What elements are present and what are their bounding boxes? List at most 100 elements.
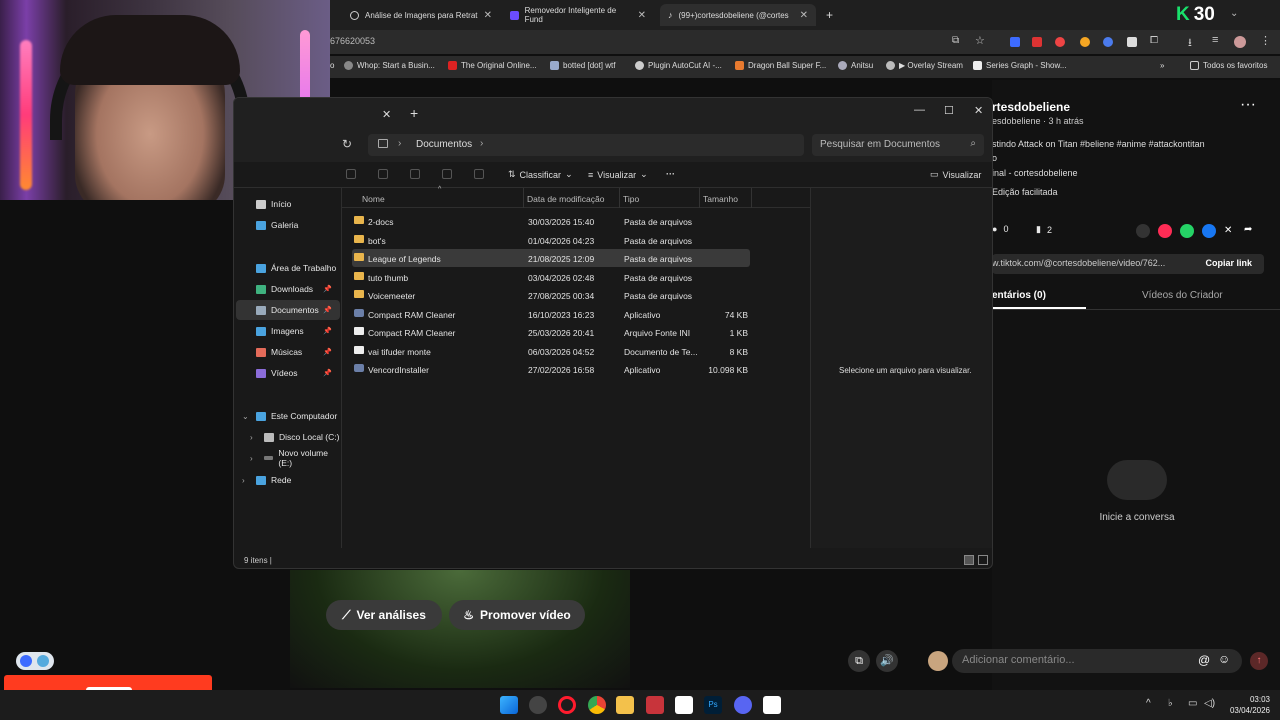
pin-icon[interactable]: 📌 (323, 306, 332, 314)
chevron-right-icon[interactable]: › (250, 454, 253, 463)
pin-icon[interactable]: 📌 (323, 348, 332, 356)
extension-icon[interactable] (1080, 37, 1090, 47)
x-icon[interactable]: ✕ (1224, 225, 1238, 239)
avatar[interactable] (1234, 36, 1246, 48)
music-label[interactable]: inal - cortesdobeliene (992, 168, 1078, 178)
chevron-right-icon[interactable]: › (480, 138, 483, 149)
extension-icon[interactable] (1103, 37, 1113, 47)
sidebar-item-downloads[interactable]: Downloads 📌 (236, 279, 340, 299)
system-clock[interactable]: 03:03 03/04/2026 (1230, 694, 1270, 716)
breadcrumb[interactable]: › Documentos › (368, 134, 804, 156)
sidebar-item-network[interactable]: › Rede (236, 470, 340, 490)
chevron-right-icon[interactable]: › (250, 433, 253, 442)
sidebar-item-home[interactable]: Início (236, 194, 340, 214)
bookmark-item[interactable]: Todos os favoritos (1190, 61, 1267, 70)
copy-icon[interactable] (378, 169, 388, 179)
column-header-type[interactable]: Tipo (623, 194, 639, 204)
table-row[interactable]: Compact RAM Cleaner 16/10/2023 16:23 Aplic… (352, 305, 750, 323)
download-icon[interactable]: ⭳ (1188, 34, 1192, 53)
sidebar-item-videos[interactable]: Vídeos 📌 (236, 363, 340, 383)
paste-icon[interactable] (410, 169, 420, 179)
sidebar-item-desktop[interactable]: Área de Trabalho (236, 258, 340, 278)
details-view-icon[interactable] (964, 555, 974, 565)
share-icon[interactable]: ➦ (1244, 224, 1258, 238)
sort-button[interactable]: ⇅ Classificar ⌄ (508, 169, 573, 180)
comment-count[interactable]: ● 0 (992, 224, 1008, 234)
more-options-button[interactable]: ··· (666, 169, 675, 179)
close-icon[interactable]: ✕ (638, 10, 646, 21)
bookmark-item[interactable]: Anitsu (838, 61, 873, 70)
copy-link-button[interactable]: Copiar link (1205, 258, 1252, 268)
save-count[interactable]: ▮ 2 (1036, 224, 1052, 235)
network-icon[interactable]: ▭ (1188, 698, 1197, 709)
tab-comments[interactable]: entários (0) (988, 290, 1086, 309)
folder-icon[interactable] (616, 696, 634, 714)
extension-icon[interactable] (1055, 37, 1065, 47)
send-comment-button[interactable]: ↑ (1250, 652, 1268, 670)
new-tab-button[interactable]: + (818, 4, 841, 26)
bookmark-item[interactable]: ▶ Overlay Stream (886, 61, 963, 70)
app-icon[interactable] (529, 696, 547, 714)
embed-icon[interactable] (1136, 224, 1150, 238)
table-row[interactable]: vai tifuder monte 06/03/2026 04:52 Documen… (352, 342, 750, 360)
notepad-icon[interactable] (675, 696, 693, 714)
table-row[interactable]: 2-docs 30/03/2026 15:40 Pasta de arquivos (352, 212, 750, 230)
sidebar-item-gallery[interactable]: Galeria (236, 215, 340, 235)
window-controls[interactable]: ⌄ (1230, 8, 1263, 19)
table-row[interactable]: bot's 01/04/2026 04:23 Pasta de arquivos (352, 231, 750, 249)
pip-icon[interactable]: ⧉ (848, 650, 870, 672)
column-divider[interactable] (699, 188, 700, 208)
column-header-name[interactable]: Nome (362, 194, 385, 204)
breadcrumb-item[interactable]: Documentos (416, 139, 472, 150)
close-icon[interactable]: ✕ (484, 10, 492, 21)
chevron-down-icon[interactable]: ⌄ (242, 412, 249, 421)
edit-label[interactable]: Edição facilitada (992, 187, 1058, 197)
column-divider[interactable] (619, 188, 620, 208)
app-icon[interactable] (646, 696, 664, 714)
photoshop-icon[interactable]: Ps (704, 696, 722, 714)
chevron-right-icon[interactable]: » (1160, 61, 1164, 70)
close-icon[interactable]: ✕ (800, 10, 808, 21)
chevron-right-icon[interactable]: › (242, 476, 245, 485)
browser-tab[interactable]: Análise de Imagens para Retrat ✕ (342, 4, 500, 26)
table-row[interactable]: Voicemeeter 27/08/2025 00:34 Pasta de arqu… (352, 286, 750, 304)
discord-icon[interactable] (734, 696, 752, 714)
table-row[interactable]: tuto thumb 03/04/2026 02:48 Pasta de arqui… (352, 268, 750, 286)
star-icon[interactable]: ☆ (975, 34, 985, 47)
whatsapp-icon[interactable] (1180, 224, 1194, 238)
chrome-icon[interactable] (588, 696, 606, 714)
tab-creator-videos[interactable]: Vídeos do Criador (1142, 290, 1223, 301)
refresh-icon[interactable]: ↻ (342, 137, 352, 151)
delete-icon[interactable] (474, 169, 484, 179)
menu-icon[interactable]: ≡ (1212, 34, 1218, 46)
bookmark-item[interactable]: Dragon Ball Super F... (735, 61, 826, 70)
install-icon[interactable]: ⧉ (952, 35, 959, 46)
pin-icon[interactable]: 📌 (323, 285, 332, 293)
bookmark-item[interactable]: Plugin AutoCut AI -... (635, 61, 722, 70)
plus-icon[interactable]: + (410, 105, 418, 121)
volume-icon[interactable]: ◁) (1204, 698, 1215, 709)
more-icon[interactable]: ⋮ (1260, 34, 1271, 47)
details-pane-button[interactable]: ▭ Visualizar (930, 169, 981, 180)
browser-tab-active[interactable]: ♪ (99+)cortesdobeliene (@cortes ✕ (660, 4, 816, 26)
start-icon[interactable] (500, 696, 518, 714)
facebook-icon[interactable] (1202, 224, 1216, 238)
tiles-view-icon[interactable] (978, 555, 988, 565)
extension-icon[interactable] (1127, 37, 1137, 47)
column-divider[interactable] (751, 188, 752, 208)
column-divider[interactable] (523, 188, 524, 208)
send-icon[interactable] (1158, 224, 1172, 238)
view-analyses-button[interactable]: ⟋ Ver análises (326, 600, 442, 630)
table-row[interactable]: VencordInstaller 27/02/2026 16:58 Aplicati… (352, 360, 750, 378)
chevron-up-icon[interactable]: ^ (1146, 698, 1151, 709)
address-bar[interactable]: 676620053 ⧉ ☆ ⧠ ⭳ ≡ ⋮ (330, 30, 1280, 54)
extension-pill[interactable] (16, 652, 54, 670)
capcut-icon[interactable] (763, 696, 781, 714)
cut-icon[interactable] (346, 169, 356, 179)
puzzle-icon[interactable]: ⧠ (1150, 35, 1158, 46)
pin-icon[interactable]: 📌 (323, 327, 332, 335)
view-button[interactable]: ≡ Visualizar ⌄ (588, 169, 648, 180)
column-header-size[interactable]: Tamanho (703, 194, 738, 204)
more-icon[interactable]: ··· (1240, 96, 1256, 114)
minimize-icon[interactable]: — (914, 104, 925, 116)
